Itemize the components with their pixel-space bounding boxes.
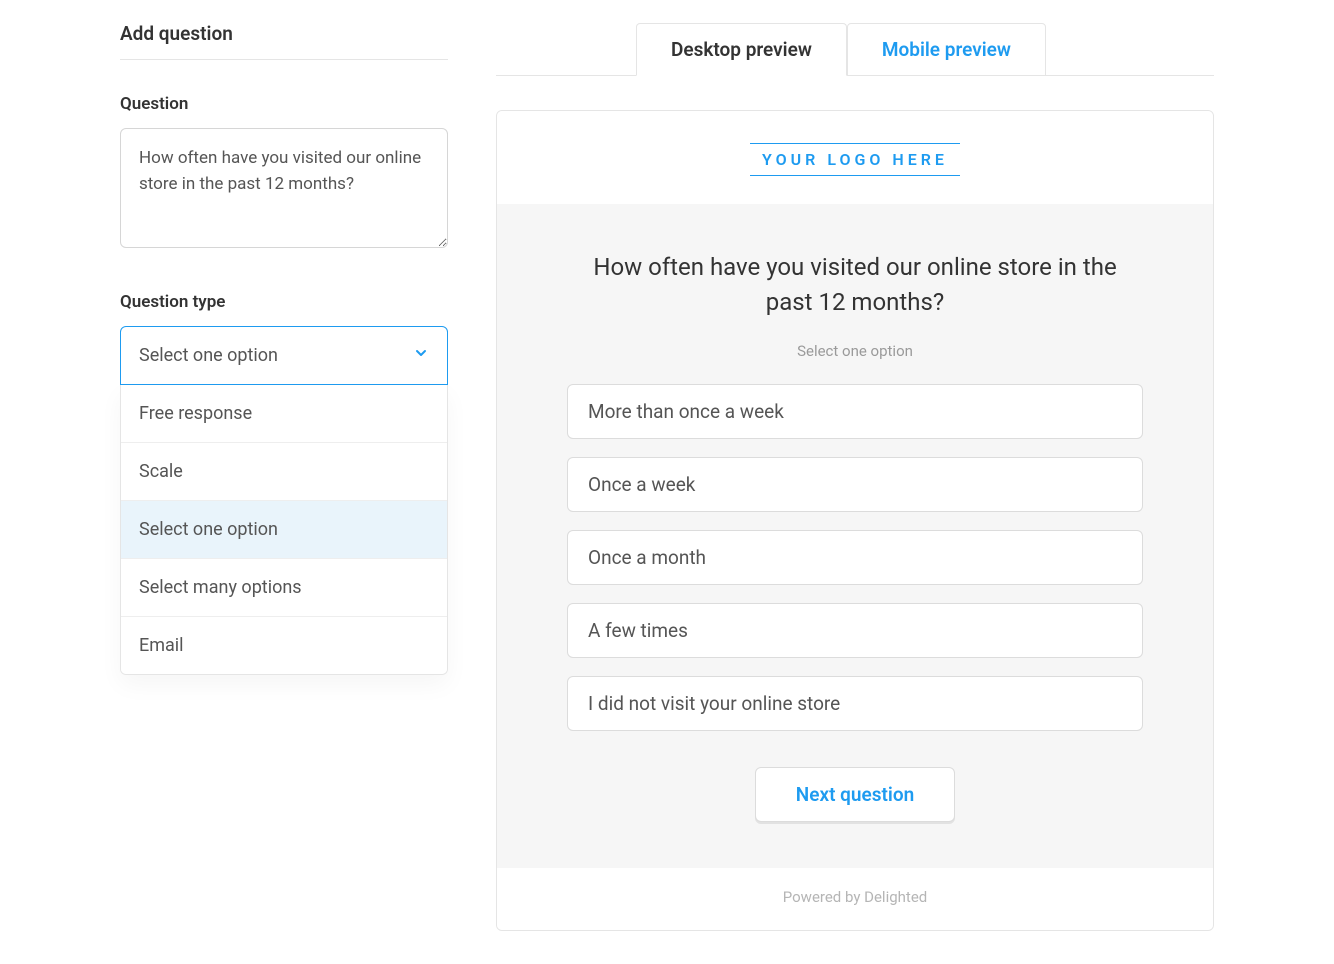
- tab-desktop-preview[interactable]: Desktop preview: [636, 23, 847, 76]
- question-type-options: Free responseScaleSelect one optionSelec…: [120, 385, 448, 675]
- preview-body: How often have you visited our online st…: [497, 204, 1213, 868]
- tab-mobile-preview[interactable]: Mobile preview: [847, 23, 1046, 76]
- preview-tabs: Desktop preview Mobile preview: [496, 22, 1214, 76]
- preview-question-text: How often have you visited our online st…: [567, 250, 1143, 320]
- chevron-down-icon: [413, 345, 429, 366]
- question-type-option[interactable]: Select many options: [121, 559, 447, 617]
- next-question-button[interactable]: Next question: [755, 767, 955, 822]
- question-type-dropdown: Select one option Free responseScaleSele…: [120, 326, 448, 675]
- question-type-selected-label: Select one option: [139, 345, 278, 366]
- question-type-option[interactable]: Email: [121, 617, 447, 674]
- question-type-option[interactable]: Select one option: [121, 501, 447, 559]
- preview-footer: Powered by Delighted: [497, 868, 1213, 930]
- panel-title: Add question: [120, 22, 448, 60]
- answer-option[interactable]: More than once a week: [567, 384, 1143, 439]
- logo-placeholder: YOUR LOGO HERE: [750, 143, 960, 176]
- answer-option[interactable]: I did not visit your online store: [567, 676, 1143, 731]
- question-type-option[interactable]: Free response: [121, 385, 447, 443]
- answer-option[interactable]: Once a week: [567, 457, 1143, 512]
- answer-option[interactable]: A few times: [567, 603, 1143, 658]
- answer-option[interactable]: Once a month: [567, 530, 1143, 585]
- question-type-label: Question type: [120, 292, 448, 312]
- preview-header: YOUR LOGO HERE: [497, 111, 1213, 204]
- question-type-selected[interactable]: Select one option: [120, 326, 448, 385]
- question-type-option[interactable]: Scale: [121, 443, 447, 501]
- editor-panel: Add question Question Question type Sele…: [120, 22, 448, 675]
- preview-instruction: Select one option: [567, 342, 1143, 360]
- question-label: Question: [120, 94, 448, 114]
- question-input[interactable]: [120, 128, 448, 248]
- preview-panel: Desktop preview Mobile preview YOUR LOGO…: [496, 22, 1214, 931]
- preview-card: YOUR LOGO HERE How often have you visite…: [496, 110, 1214, 931]
